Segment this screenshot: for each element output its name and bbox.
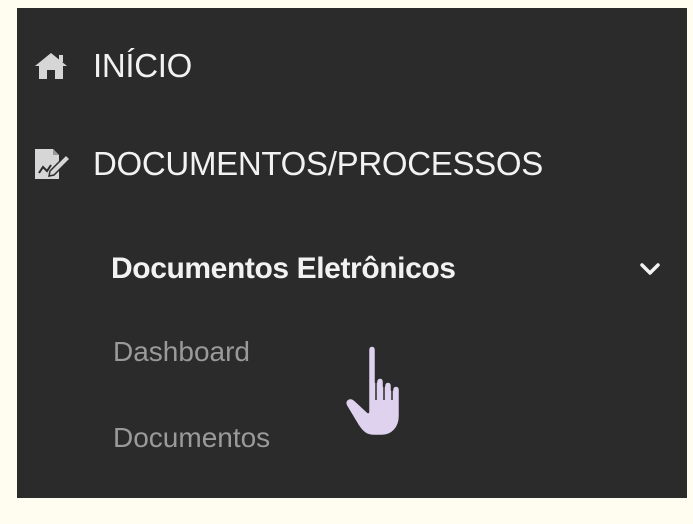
pointer-hand-icon [340,340,420,440]
submenu-link-label: Dashboard [113,336,250,367]
submenu-link-dashboard[interactable]: Dashboard [113,336,250,368]
nav-item-label: INÍCIO [93,47,193,84]
chevron-down-icon[interactable] [639,258,661,280]
submenu-link-label: Documentos [113,422,271,453]
submenu-link-documentos[interactable]: Documentos [113,422,270,454]
submenu-label: Documentos Eletrônicos [111,252,456,285]
nav-item-inicio[interactable]: INÍCIO [33,47,192,85]
home-icon [33,49,73,83]
nav-item-documentos-processos[interactable]: DOCUMENTOS/PROCESSOS [33,145,543,183]
submenu-documentos-eletronicos[interactable]: Documentos Eletrônicos [111,252,661,286]
document-edit-icon [33,147,73,181]
nav-item-label: DOCUMENTOS/PROCESSOS [93,145,543,182]
